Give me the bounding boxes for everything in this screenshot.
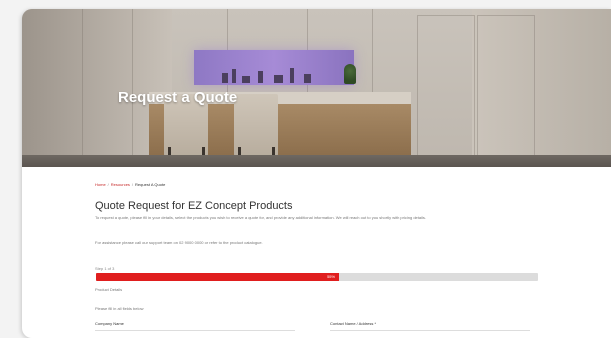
hero-door bbox=[477, 15, 535, 161]
hero-panel-line bbox=[132, 9, 133, 159]
form-section-label: Please fill in all fields below bbox=[95, 306, 144, 311]
intro-text: To request a quote, please fill in your … bbox=[95, 215, 426, 220]
support-note: For assistance please call our support t… bbox=[95, 240, 263, 245]
breadcrumb-current: Request A Quote bbox=[135, 182, 166, 187]
contact-name-label: Contact Name / Address * bbox=[330, 321, 377, 326]
step-name: Product Details bbox=[95, 287, 123, 292]
hero-title: Request a Quote bbox=[118, 89, 238, 106]
breadcrumb: Home / Resources / Request A Quote bbox=[95, 182, 165, 187]
hero-banner: Request a Quote bbox=[22, 9, 611, 167]
page-title: Quote Request for EZ Concept Products bbox=[95, 200, 293, 212]
progress-bar: 55% bbox=[96, 273, 538, 281]
company-name-field[interactable] bbox=[95, 330, 295, 331]
step-indicator: Step 1 of 3 bbox=[95, 266, 115, 271]
hero-plant bbox=[344, 64, 356, 84]
company-name-label: Company Name bbox=[95, 321, 124, 326]
contact-name-field[interactable] bbox=[330, 330, 530, 331]
hero-floor bbox=[22, 155, 611, 167]
progress-bar-fill: 55% bbox=[96, 273, 340, 281]
hero-shelf-items bbox=[218, 65, 328, 83]
breadcrumb-link-resources[interactable]: Resources bbox=[111, 182, 130, 187]
progress-percent: 55% bbox=[327, 274, 336, 279]
breadcrumb-link-home[interactable]: Home bbox=[95, 182, 106, 187]
hero-panel-line bbox=[82, 9, 83, 159]
hero-door bbox=[417, 15, 475, 161]
